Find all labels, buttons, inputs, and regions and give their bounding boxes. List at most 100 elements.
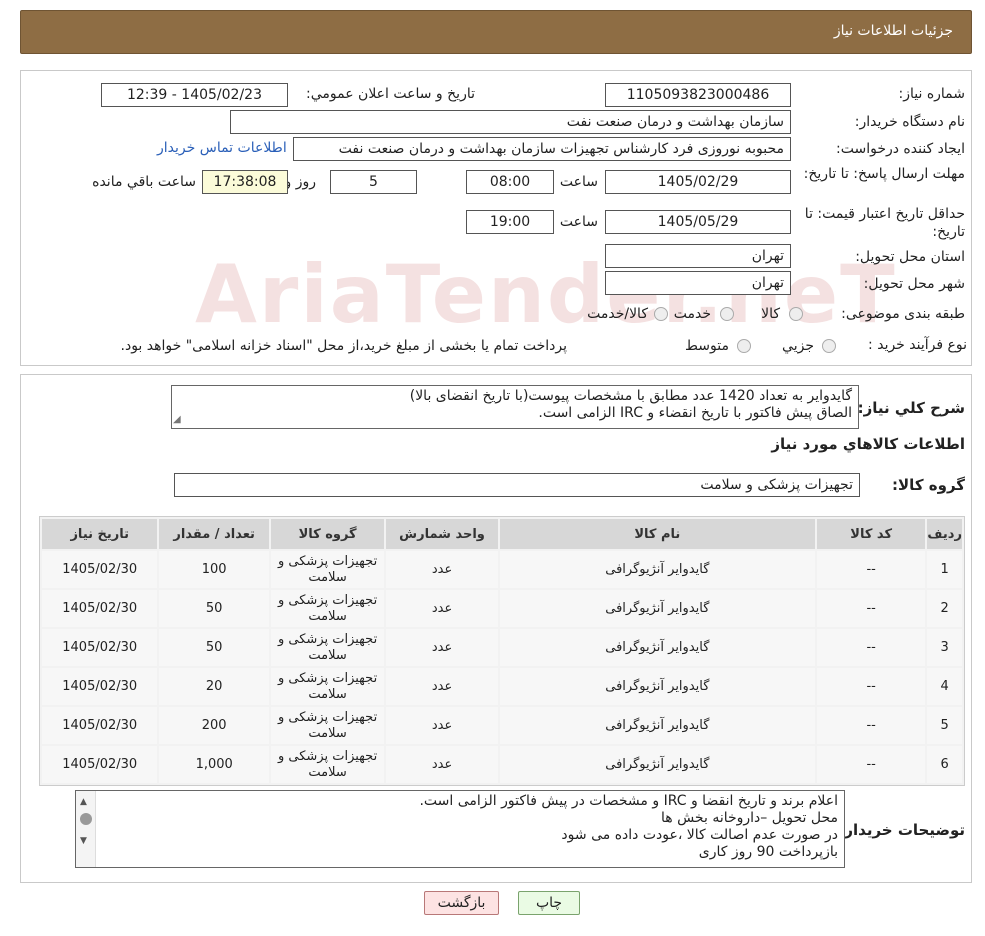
buyer-contact-link[interactable]: اطلاعات تماس خریدار [157, 140, 287, 156]
cell-date: 1405/02/30 [42, 707, 158, 744]
category-radio-service[interactable] [720, 307, 734, 321]
cell-group: تجهیزات پزشکی و سلامت [270, 629, 385, 666]
creator-field: محبوبه نوروزی فرد کارشناس تجهیزات سازمان… [293, 137, 791, 161]
buyer-org-field: سازمان بهداشت و درمان صنعت نفت [230, 110, 791, 134]
category-option-goods: کالا [761, 306, 780, 322]
col-header-code: کد کالا [816, 519, 926, 549]
print-button[interactable]: چاپ [518, 891, 580, 915]
cell-group: تجهیزات پزشکی و سلامت [270, 746, 385, 783]
cell-code: -- [816, 590, 926, 627]
cell-unit: عدد [386, 707, 498, 744]
cell-group: تجهیزات پزشکی و سلامت [270, 668, 385, 705]
description-textarea[interactable]: گایدوایر به تعداد 1420 عدد مطابق با مشخص… [171, 385, 859, 429]
cell-row-number: 2 [927, 590, 962, 627]
cell-code: -- [816, 746, 926, 783]
page: جزئیات اطلاعات نیاز AriaTender.neT شماره… [0, 0, 985, 936]
cell-name: گایدوایر آنژیوگرافی [499, 551, 815, 588]
description-line-1: گایدوایر به تعداد 1420 عدد مطابق با مشخص… [409, 388, 852, 404]
buyer-notes-line-4: بازپرداخت 90 روز کاری [698, 844, 838, 860]
cell-qty: 50 [159, 590, 269, 627]
cell-name: گایدوایر آنژیوگرافی [499, 629, 815, 666]
table-row: 2 -- گایدوایر آنژیوگرافی عدد تجهیزات پزش… [42, 590, 962, 627]
deadline-label: مهلت ارسال پاسخ: تا تاریخ: [803, 166, 965, 182]
table-row: 5 -- گایدوایر آنژیوگرافی عدد تجهیزات پزش… [42, 707, 962, 744]
col-header-date: تاریخ نیاز [42, 519, 158, 549]
cell-qty: 1,000 [159, 746, 269, 783]
process-radio-minor[interactable] [822, 339, 836, 353]
back-button[interactable]: بازگشت [424, 891, 499, 915]
validity-label: حداقل تاریخ اعتبار قیمت: تا تاریخ: [804, 206, 965, 240]
table-header-row: ردیف کد کالا نام کالا واحد شمارش گروه کا… [42, 519, 962, 549]
cell-row-number: 6 [927, 746, 962, 783]
col-header-row-number: ردیف [927, 519, 962, 549]
category-radio-goods-service[interactable] [654, 307, 668, 321]
cell-code: -- [816, 551, 926, 588]
cell-date: 1405/02/30 [42, 551, 158, 588]
need-number-field: 1105093823000486 [605, 83, 791, 107]
cell-unit: عدد [386, 746, 498, 783]
cell-code: -- [816, 629, 926, 666]
goods-table: ردیف کد کالا نام کالا واحد شمارش گروه کا… [39, 516, 965, 786]
scroll-thumb[interactable] [80, 813, 92, 825]
watermark-logo: AriaTender.neT [195, 248, 897, 341]
need-number-label: شماره نیاز: [898, 86, 966, 102]
days-label: روز و [284, 174, 317, 190]
scroll-down-icon[interactable]: ▼ [80, 833, 87, 850]
city-field: تهران [605, 271, 791, 295]
col-header-name: نام کالا [499, 519, 815, 549]
validity-time-field: 19:00 [466, 210, 554, 234]
remaining-label: ساعت باقي مانده [92, 174, 196, 190]
notes-scrollbar[interactable]: ▲ ▼ [76, 791, 96, 867]
cell-name: گایدوایر آنژیوگرافی [499, 746, 815, 783]
col-header-group: گروه کالا [270, 519, 385, 549]
deadline-date-field: 1405/02/29 [605, 170, 791, 194]
buyer-notes-textarea[interactable]: اعلام برند و تاریخ انقضا و IRC و مشخصات … [75, 790, 845, 868]
table-row: 1 -- گایدوایر آنژیوگرافی عدد تجهیزات پزش… [42, 551, 962, 588]
buyer-notes-line-3: در صورت عدم اصالت کالا ،عودت داده می شود [561, 827, 838, 843]
cell-qty: 20 [159, 668, 269, 705]
cell-qty: 50 [159, 629, 269, 666]
deadline-time-label: ساعت [559, 174, 598, 190]
process-option-minor: جزيي [782, 338, 814, 354]
province-label: استان محل تحویل: [855, 249, 965, 265]
cell-row-number: 4 [927, 668, 962, 705]
scroll-up-icon[interactable]: ▲ [80, 794, 87, 811]
col-header-unit: واحد شمارش [386, 519, 498, 549]
deadline-time-field: 08:00 [466, 170, 554, 194]
validity-time-label: ساعت [559, 214, 598, 230]
category-label: طبقه بندی موضوعی: [841, 306, 965, 322]
process-radio-medium[interactable] [737, 339, 751, 353]
cell-group: تجهیزات پزشکی و سلامت [270, 590, 385, 627]
table-row: 3 -- گایدوایر آنژیوگرافی عدد تجهیزات پزش… [42, 629, 962, 666]
goods-info-title: اطلاعات کالاهاي مورد نیاز [771, 435, 965, 453]
cell-row-number: 5 [927, 707, 962, 744]
cell-unit: عدد [386, 629, 498, 666]
cell-row-number: 1 [927, 551, 962, 588]
header-bar: جزئیات اطلاعات نیاز [20, 10, 972, 54]
goods-group-field: تجهیزات پزشکی و سلامت [174, 473, 860, 497]
buyer-org-label: نام دستگاه خریدار: [854, 114, 965, 130]
description-line-2: الصاق پیش فاکتور با تاریخ انقضاء و IRC ا… [538, 405, 852, 421]
cell-qty: 200 [159, 707, 269, 744]
col-header-qty: تعداد / مقدار [159, 519, 269, 549]
cell-date: 1405/02/30 [42, 590, 158, 627]
process-label: نوع فرآیند خرید : [868, 337, 967, 353]
process-note: پرداخت تمام یا بخشی از مبلغ خرید،از محل … [120, 338, 567, 354]
resize-handle-icon[interactable]: ◢ [173, 411, 181, 428]
category-radio-goods[interactable] [789, 307, 803, 321]
buyer-notes-line-1: اعلام برند و تاریخ انقضا و IRC و مشخصات … [419, 793, 838, 809]
cell-name: گایدوایر آنژیوگرافی [499, 590, 815, 627]
cell-name: گایدوایر آنژیوگرافی [499, 707, 815, 744]
cell-code: -- [816, 668, 926, 705]
cell-row-number: 3 [927, 629, 962, 666]
category-option-service: خدمت [673, 306, 711, 322]
creator-label: ایجاد کننده درخواست: [836, 141, 965, 157]
cell-unit: عدد [386, 668, 498, 705]
table-row: 6 -- گایدوایر آنژیوگرافی عدد تجهیزات پزش… [42, 746, 962, 783]
cell-code: -- [816, 707, 926, 744]
cell-date: 1405/02/30 [42, 746, 158, 783]
province-field: تهران [605, 244, 791, 268]
remaining-time-field: 17:38:08 [202, 170, 288, 194]
buyer-notes-line-2: محل تحویل –داروخانه بخش ها [660, 810, 838, 826]
announce-field: 1405/02/23 - 12:39 [101, 83, 288, 107]
